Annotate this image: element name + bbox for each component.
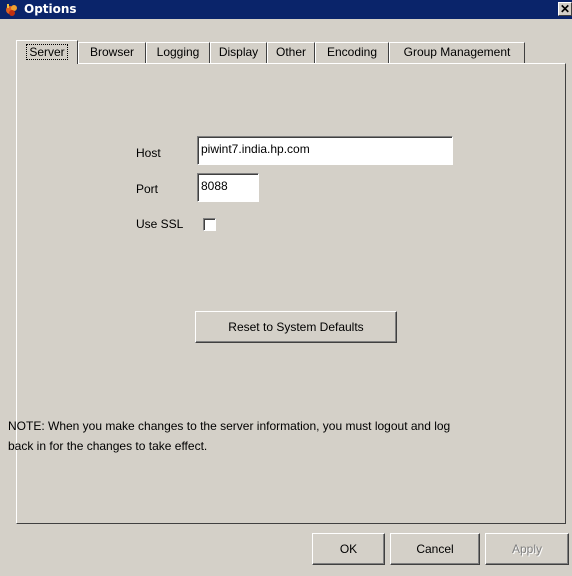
tab-browser[interactable]: Browser bbox=[78, 42, 146, 63]
apply-button[interactable]: Apply bbox=[485, 533, 569, 565]
tab-group-management[interactable]: Group Management bbox=[389, 42, 525, 63]
tab-other[interactable]: Other bbox=[267, 42, 315, 63]
options-dialog: Options ✕ Server Browser Logging Display… bbox=[0, 0, 572, 576]
host-label: Host bbox=[136, 146, 161, 160]
reset-defaults-button[interactable]: Reset to System Defaults bbox=[195, 311, 397, 343]
tab-logging[interactable]: Logging bbox=[146, 42, 210, 63]
port-input[interactable]: 8088 bbox=[197, 173, 259, 202]
tab-server[interactable]: Server bbox=[16, 40, 78, 64]
close-icon: ✕ bbox=[559, 2, 571, 16]
title-bar[interactable]: Options ✕ bbox=[0, 0, 572, 19]
note-line-2: back in for the changes to take effect. bbox=[8, 439, 208, 453]
tab-encoding[interactable]: Encoding bbox=[315, 42, 389, 63]
app-icon bbox=[6, 4, 17, 16]
port-label: Port bbox=[136, 182, 159, 196]
note-line-1: NOTE: When you make changes to the serve… bbox=[8, 419, 451, 433]
server-note: NOTE: When you make changes to the serve… bbox=[8, 416, 548, 456]
host-input[interactable]: piwint7.india.hp.com bbox=[197, 136, 453, 165]
tab-display[interactable]: Display bbox=[210, 42, 267, 63]
window-title: Options bbox=[24, 2, 77, 16]
close-button[interactable]: ✕ bbox=[558, 2, 572, 16]
use-ssl-checkbox[interactable] bbox=[203, 218, 216, 231]
use-ssl-label: Use SSL bbox=[136, 217, 184, 231]
ok-button[interactable]: OK bbox=[312, 533, 385, 565]
cancel-button[interactable]: Cancel bbox=[390, 533, 480, 565]
